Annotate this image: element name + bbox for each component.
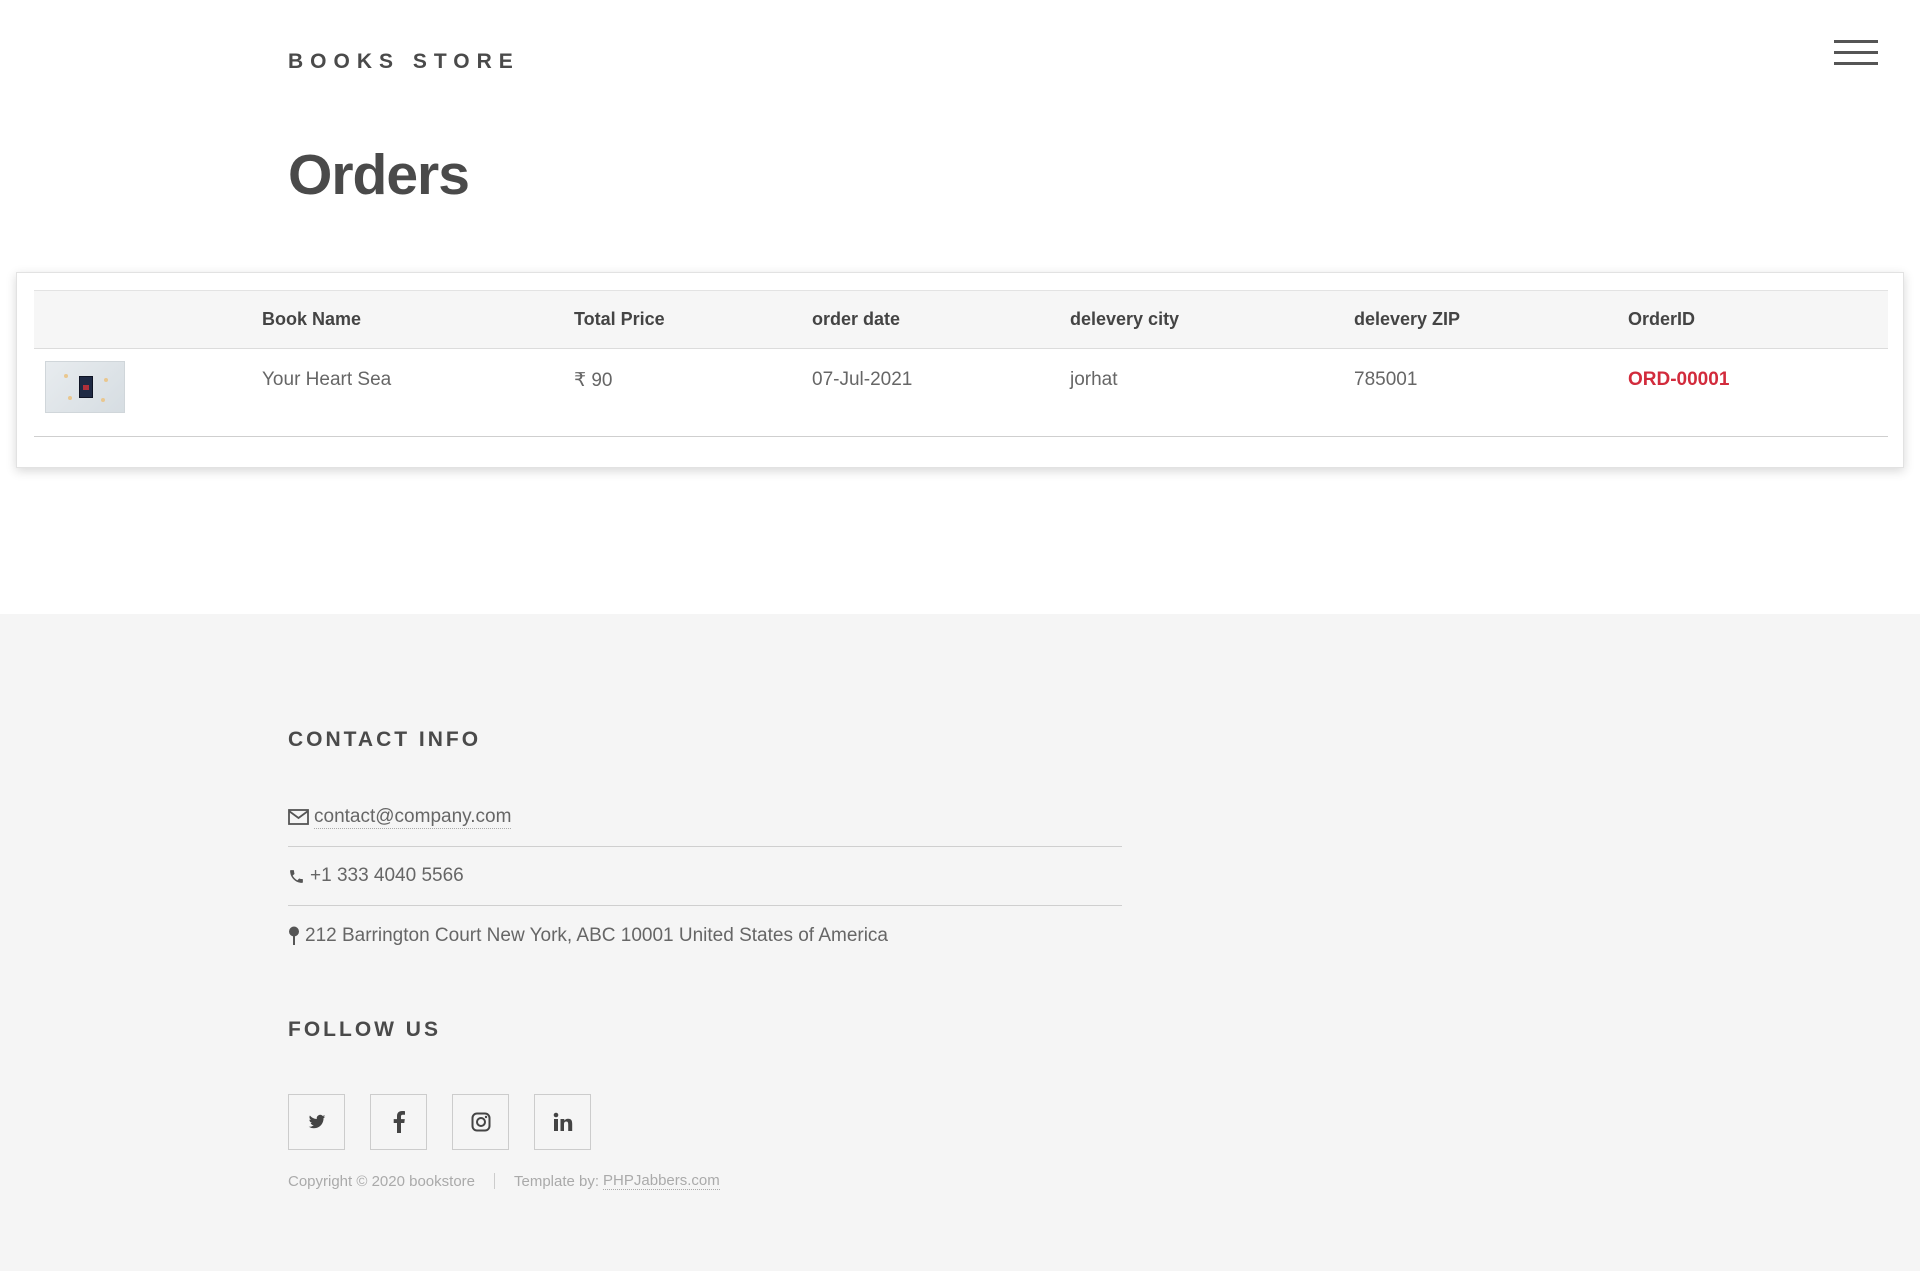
twitter-icon (308, 1114, 325, 1129)
orders-table: Book Name Total Price order date delever… (34, 290, 1888, 437)
menu-toggle-button[interactable] (1834, 38, 1878, 68)
contact-info-heading: CONTACT INFO (288, 728, 482, 751)
column-header-image (34, 290, 262, 349)
email-link[interactable]: contact@company.com (314, 806, 512, 829)
delivery-zip-cell: 785001 (1354, 348, 1628, 437)
hamburger-icon-line (1834, 51, 1878, 54)
phone-number: +1 333 4040 5566 (310, 865, 464, 886)
order-date-cell: 07-Jul-2021 (812, 348, 1070, 437)
table-row[interactable]: Your Heart Sea ₹ 90 07-Jul-2021 jorhat 7… (34, 348, 1888, 437)
contact-list: contact@company.com +1 333 4040 5566 212… (288, 788, 1122, 965)
hamburger-icon-line (1834, 40, 1878, 43)
orders-card: Book Name Total Price order date delever… (16, 272, 1904, 468)
linkedin-icon (553, 1112, 572, 1131)
linkedin-button[interactable] (534, 1094, 591, 1150)
envelope-icon (288, 809, 309, 825)
facebook-icon (393, 1111, 405, 1133)
hamburger-icon-line (1834, 62, 1878, 65)
total-price-cell: ₹ 90 (574, 348, 812, 437)
contact-email-item: contact@company.com (288, 788, 1122, 847)
book-name-cell: Your Heart Sea (262, 348, 574, 437)
site-footer: CONTACT INFO contact@company.com +1 333 … (0, 614, 1920, 1271)
copyright-bar: Copyright © 2020 bookstore Template by: … (288, 1172, 720, 1190)
social-links (288, 1094, 616, 1150)
column-header-order-date: order date (812, 290, 1070, 349)
template-credit-label: Template by: (514, 1172, 600, 1190)
column-header-order-id: OrderID (1628, 290, 1888, 349)
facebook-button[interactable] (370, 1094, 427, 1150)
table-header-row: Book Name Total Price order date delever… (34, 290, 1888, 349)
copyright-text: Copyright © 2020 bookstore (288, 1172, 475, 1190)
contact-address-item: 212 Barrington Court New York, ABC 10001… (288, 906, 1122, 965)
column-header-delivery-city: delevery city (1070, 290, 1354, 349)
footer-divider (494, 1173, 495, 1189)
order-id-cell: ORD-00001 (1628, 348, 1888, 437)
site-header: BOOKS STORE Orders (0, 0, 1920, 270)
book-thumbnail-cell (34, 348, 262, 437)
brand-logo[interactable]: BOOKS STORE (288, 50, 520, 74)
instagram-icon (471, 1112, 490, 1132)
page-title: Orders (288, 143, 470, 207)
contact-phone-item: +1 333 4040 5566 (288, 847, 1122, 906)
map-pin-icon (289, 926, 299, 945)
book-cover-image[interactable] (45, 361, 125, 413)
delivery-city-cell: jorhat (1070, 348, 1354, 437)
column-header-book-name: Book Name (262, 290, 574, 349)
instagram-button[interactable] (452, 1094, 509, 1150)
address-text: 212 Barrington Court New York, ABC 10001… (305, 924, 888, 946)
column-header-total-price: Total Price (574, 290, 812, 349)
twitter-button[interactable] (288, 1094, 345, 1150)
column-header-delivery-zip: delevery ZIP (1354, 290, 1628, 349)
template-credit-link[interactable]: PHPJabbers.com (603, 1172, 720, 1190)
follow-us-heading: FOLLOW US (288, 1018, 441, 1041)
phone-icon (290, 869, 303, 883)
